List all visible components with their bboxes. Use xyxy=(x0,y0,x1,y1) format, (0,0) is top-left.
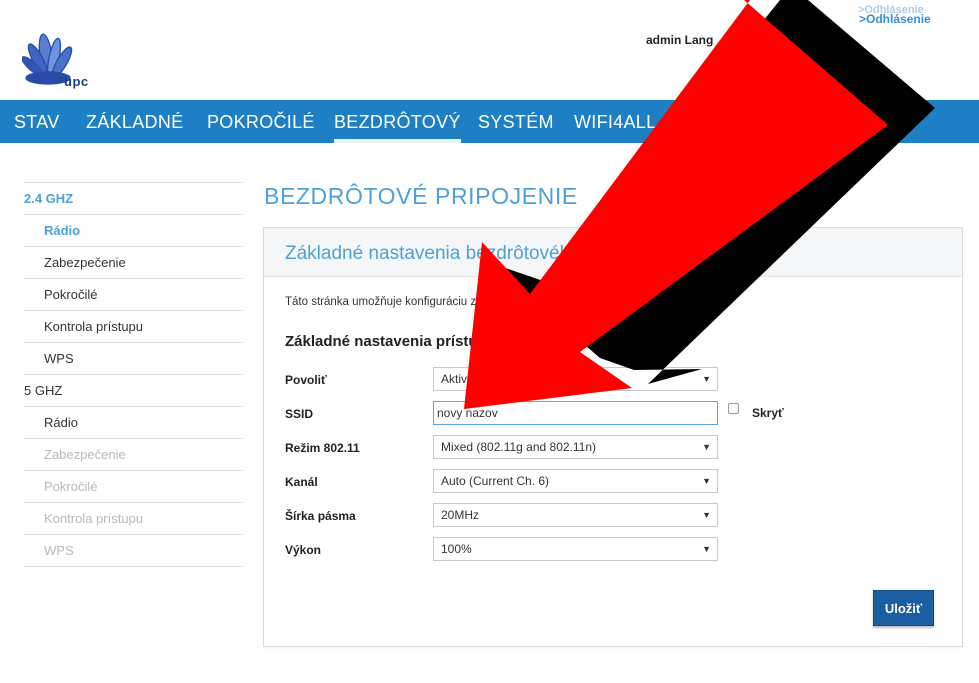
ssid-input[interactable] xyxy=(433,401,718,425)
nav-item-zakladne[interactable]: ZÁKLADNÉ xyxy=(86,100,183,143)
chevron-down-icon: ▼ xyxy=(702,476,711,486)
sidebar-group-24ghz[interactable]: 2.4 GHZ xyxy=(24,182,243,214)
enable-select-value: Aktivovať xyxy=(441,372,491,386)
nav-item-bezdrotovy[interactable]: BEZDRÔTOVÝ xyxy=(334,100,461,143)
enable-label: Povoliť xyxy=(285,373,327,387)
sidebar-item-24-security[interactable]: Zabezpečenie xyxy=(24,246,243,278)
page-title: BEZDRÔTOVÉ PRIPOJENIE xyxy=(264,183,578,209)
mode-select-value: Mixed (802.11g and 802.11n) xyxy=(441,440,596,454)
sidebar-item-5-security: Zabezpečenie xyxy=(24,438,243,470)
sidebar-group-5ghz[interactable]: 5 GHZ xyxy=(24,374,243,406)
nav-item-wifi4all[interactable]: WIFI4ALL xyxy=(574,100,656,143)
main-nav: STAV ZÁKLADNÉ POKROČILÉ BEZDRÔTOVÝ SYSTÉ… xyxy=(0,100,979,143)
sidebar-item-5-advanced: Pokročilé xyxy=(24,470,243,502)
mode-label: Režim 802.11 xyxy=(285,441,360,455)
chevron-down-icon: ▼ xyxy=(702,442,711,452)
user-label: admin Lang xyxy=(646,33,714,47)
chevron-down-icon: ▼ xyxy=(702,510,711,520)
logout-link[interactable]: >Odhlásenie xyxy=(859,12,931,26)
panel-title: Základné nastavenia bezdrôtového pripoje… xyxy=(285,243,739,264)
section-title: Základné nastavenia prístupového bodu 2.… xyxy=(285,333,627,350)
enable-select[interactable]: Aktivovať ▼ xyxy=(433,367,718,391)
mode-select[interactable]: Mixed (802.11g and 802.11n) ▼ xyxy=(433,435,718,459)
sidebar-item-24-access-control[interactable]: Kontrola prístupu xyxy=(24,310,243,342)
sidebar-item-5-radio[interactable]: Rádio xyxy=(24,406,243,438)
nav-item-system[interactable]: SYSTÉM xyxy=(478,100,554,143)
channel-label: Kanál xyxy=(285,475,318,489)
bandwidth-select-value: 20MHz xyxy=(441,508,480,522)
power-label: Výkon xyxy=(285,543,322,557)
sidebar-item-24-radio[interactable]: Rádio xyxy=(24,214,243,246)
sidebar-item-24-wps[interactable]: WPS xyxy=(24,342,243,374)
power-select-value: 100% xyxy=(441,542,472,556)
bandwidth-select[interactable]: 20MHz ▼ xyxy=(433,503,718,527)
sidebar: 2.4 GHZ Rádio Zabezpečenie Pokročilé Kon… xyxy=(24,182,243,567)
sidebar-item-5-wps: WPS xyxy=(24,534,243,567)
header: upc admin Lang >Odhlásenie >Odhlásenie xyxy=(0,0,979,100)
channel-select[interactable]: Auto (Current Ch. 6) ▼ xyxy=(433,469,718,493)
ssid-label: SSID xyxy=(285,407,314,421)
save-button[interactable]: Uložiť xyxy=(873,590,934,626)
nav-item-stav[interactable]: STAV xyxy=(14,100,60,143)
hide-ssid-checkbox[interactable] xyxy=(728,403,739,414)
sidebar-item-5-access-control: Kontrola prístupu xyxy=(24,502,243,534)
bandwidth-label: Šírka pásma xyxy=(285,509,356,523)
panel-description: Táto stránka umožňuje konfiguráciu zákla… xyxy=(285,296,707,308)
power-select[interactable]: 100% ▼ xyxy=(433,537,718,561)
hide-ssid-label: Skryť xyxy=(752,406,784,420)
logo-text: upc xyxy=(64,74,89,89)
nav-item-pokrocile[interactable]: POKROČILÉ xyxy=(207,100,315,143)
sidebar-item-24-advanced[interactable]: Pokročilé xyxy=(24,278,243,310)
channel-select-value: Auto (Current Ch. 6) xyxy=(441,474,550,488)
settings-panel: Základné nastavenia bezdrôtového pripoje… xyxy=(263,227,963,647)
chevron-down-icon: ▼ xyxy=(702,374,711,384)
chevron-down-icon: ▼ xyxy=(702,544,711,554)
